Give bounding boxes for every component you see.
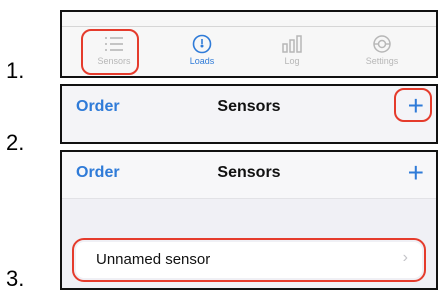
highlight-add-button	[394, 88, 432, 122]
nav-bar-panel: Order Sensors +	[60, 84, 438, 144]
nav-bar: Order Sensors +	[62, 86, 436, 132]
tab-label: Log	[284, 56, 300, 66]
add-sensor-button[interactable]: +	[408, 159, 424, 187]
tab-label: Loads	[189, 56, 215, 66]
highlight-sensors-tab	[81, 29, 139, 75]
step-number-3: 3.	[6, 266, 25, 291]
tab-label: Settings	[365, 56, 399, 66]
sensor-list-panel: Order Sensors + Unnamed sensor ›	[60, 150, 438, 290]
highlight-sensor-row	[72, 238, 426, 282]
step-number-1: 1.	[6, 58, 25, 83]
tab-log[interactable]: Log	[262, 30, 322, 76]
tab-settings[interactable]: Settings	[352, 30, 412, 76]
gauge-icon	[172, 34, 232, 54]
gear-icon	[352, 34, 412, 54]
bars-icon	[262, 34, 322, 54]
step-number-2: 2.	[6, 130, 25, 155]
nav-bar: Order Sensors +	[62, 152, 436, 199]
tab-bar-panel: Sensors Loads Log Settings	[60, 10, 438, 78]
page-title: Sensors	[217, 164, 281, 181]
tab-bar-divider	[62, 26, 436, 27]
page-title: Sensors	[217, 98, 281, 115]
tab-loads[interactable]: Loads	[172, 30, 232, 76]
